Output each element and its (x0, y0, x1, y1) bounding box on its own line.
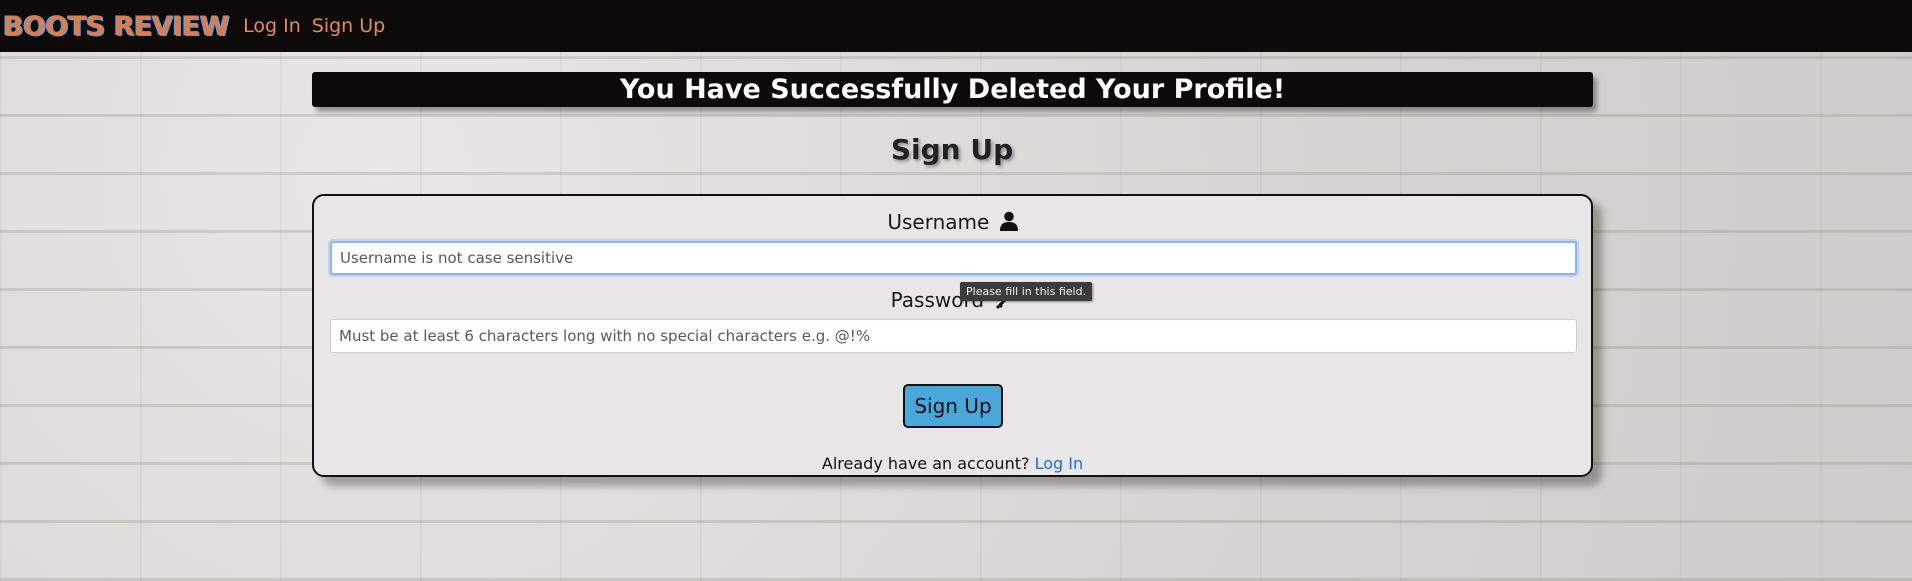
login-prompt: Already have an account? Log In (314, 454, 1591, 473)
password-label-row: Password (314, 288, 1591, 314)
brand-logo[interactable]: BOOTS REVIEW (3, 11, 230, 42)
sign-up-button[interactable]: Sign Up (903, 384, 1003, 428)
log-in-link[interactable]: Log In (1035, 454, 1084, 473)
password-input[interactable] (330, 319, 1577, 353)
success-message: You Have Successfully Deleted Your Profi… (619, 74, 1286, 105)
validation-tooltip: Please fill in this field. (960, 282, 1093, 301)
user-icon (999, 211, 1018, 236)
navbar: BOOTS REVIEW Log In Sign Up (0, 0, 1912, 52)
username-input[interactable] (330, 241, 1577, 275)
signup-form-card: Username Password Please fill in this fi… (312, 194, 1593, 477)
login-prompt-text: Already have an account? (821, 454, 1030, 473)
username-label: Username (887, 210, 990, 234)
username-label-row: Username (314, 210, 1591, 236)
nav-link-sign-up[interactable]: Sign Up (312, 15, 385, 37)
page-title: Sign Up (890, 133, 1014, 166)
success-banner: You Have Successfully Deleted Your Profi… (312, 72, 1593, 107)
nav-link-log-in[interactable]: Log In (243, 15, 301, 37)
